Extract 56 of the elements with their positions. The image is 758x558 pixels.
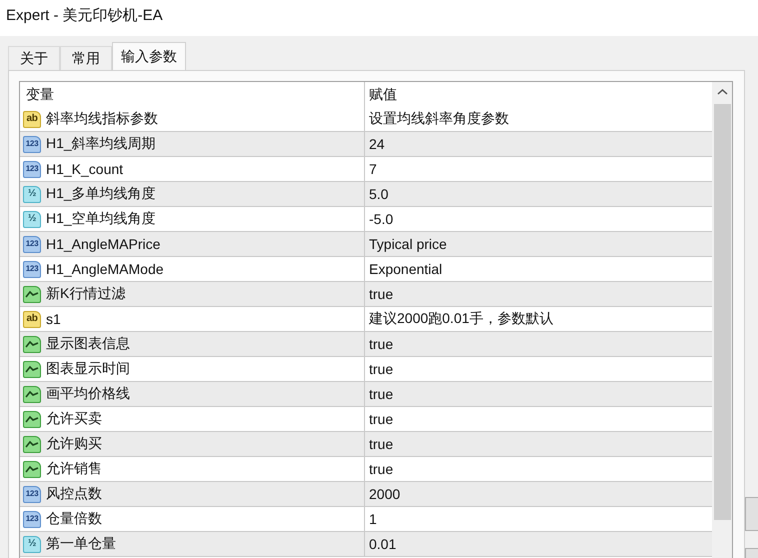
parameter-name: 第一单仓量 bbox=[46, 535, 116, 553]
value-type-icon: 123 bbox=[23, 510, 41, 528]
window-title: Expert - 美元印钞机-EA bbox=[6, 6, 163, 26]
parameter-name: 允许买卖 bbox=[46, 410, 102, 428]
value-type-icon: 123 bbox=[23, 486, 41, 502]
parameter-value[interactable]: true bbox=[369, 386, 394, 402]
parameter-name: H1_AngleMAMode bbox=[46, 261, 164, 277]
parameter-value[interactable]: true bbox=[369, 461, 394, 477]
value-type-icon: 123 bbox=[23, 236, 41, 252]
tab[interactable]: 关于 bbox=[8, 46, 60, 70]
parameter-value[interactable]: 7 bbox=[369, 161, 377, 177]
tab[interactable]: 常用 bbox=[60, 46, 112, 70]
parameter-name: H1_斜率均线周期 bbox=[46, 135, 156, 153]
parameter-name: 允许购买 bbox=[46, 435, 102, 453]
parameter-value[interactable]: 5.0 bbox=[369, 186, 388, 202]
parameter-value[interactable]: 建议2000跑0.01手，参数默认 bbox=[369, 310, 554, 328]
scroll-thumb[interactable] bbox=[714, 104, 731, 520]
parameter-name: H1_AngleMAPrice bbox=[46, 236, 160, 252]
parameter-value[interactable]: Exponential bbox=[369, 261, 442, 277]
parameter-value[interactable]: 1 bbox=[369, 511, 377, 527]
parameter-value[interactable]: 24 bbox=[369, 136, 385, 152]
parameter-name: H1_多单均线角度 bbox=[46, 185, 156, 203]
parameter-value[interactable]: true bbox=[369, 411, 394, 427]
parameter-name: 显示图表信息 bbox=[46, 335, 130, 353]
tab[interactable]: 输入参数 bbox=[112, 42, 186, 70]
parameter-name: H1_空单均线角度 bbox=[46, 210, 156, 228]
column-header[interactable]: 赋值 bbox=[369, 86, 397, 104]
parameter-name: 图表显示时间 bbox=[46, 360, 130, 378]
parameter-value[interactable]: 设置均线斜率角度参数 bbox=[369, 110, 509, 128]
value-type-icon: ab bbox=[23, 310, 41, 328]
parameter-value[interactable]: 0.01 bbox=[369, 536, 396, 552]
parameter-name: H1_K_count bbox=[46, 161, 124, 177]
value-type-icon: 123 bbox=[23, 260, 41, 278]
parameter-name: 斜率均线指标参数 bbox=[46, 110, 158, 128]
value-type-icon: ½ bbox=[23, 536, 41, 552]
parameter-value[interactable]: -5.0 bbox=[369, 211, 394, 227]
parameter-name: 新K行情过滤 bbox=[46, 285, 126, 303]
parameter-value[interactable]: true bbox=[369, 436, 394, 452]
parameter-value[interactable]: true bbox=[369, 336, 394, 352]
value-type-icon: 123 bbox=[23, 160, 41, 178]
parameter-value[interactable]: true bbox=[369, 361, 394, 377]
column-header[interactable]: 变量 bbox=[26, 86, 54, 104]
scrollbar[interactable] bbox=[712, 82, 732, 558]
parameter-name: 仓量倍数 bbox=[46, 510, 102, 528]
side-button[interactable] bbox=[745, 497, 758, 531]
value-type-icon: ½ bbox=[23, 186, 41, 202]
value-type-icon: ½ bbox=[23, 210, 41, 228]
parameter-value[interactable]: Typical price bbox=[369, 236, 447, 252]
parameter-name: 风控点数 bbox=[46, 485, 102, 503]
parameter-value[interactable]: 2000 bbox=[369, 486, 400, 502]
value-type-icon: ab bbox=[23, 110, 41, 128]
parameter-name: 允许销售 bbox=[46, 460, 102, 478]
parameter-name: s1 bbox=[46, 311, 61, 327]
parameter-name: 画平均价格线 bbox=[46, 385, 130, 403]
value-type-icon: 123 bbox=[23, 136, 41, 152]
parameter-value[interactable]: true bbox=[369, 286, 394, 302]
